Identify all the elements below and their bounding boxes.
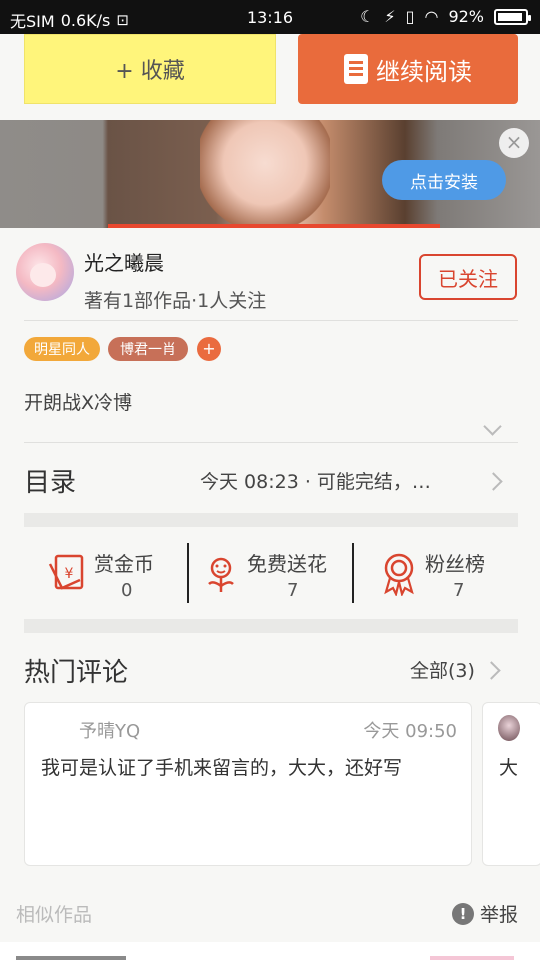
add-tag-icon[interactable]: + <box>197 337 221 361</box>
medal-icon <box>384 553 414 596</box>
vibrate-icon: ▯ <box>405 7 415 26</box>
divider <box>24 442 518 443</box>
comment-card[interactable]: 予晴YQ 今天 09:50 我可是认证了手机来留言的，大大，还好写 <box>24 702 472 866</box>
continue-reading-button[interactable]: 继续阅读 <box>298 34 518 104</box>
status-right: ☾ ⚡ ▯ ◠ 92% <box>360 7 531 26</box>
comment-text: 我可是认证了手机来留言的，大大，还好写 <box>41 757 403 779</box>
banner-underline <box>108 224 440 228</box>
section-band <box>24 513 518 527</box>
stat-label: 赏金币 <box>94 552 154 576</box>
similar-work-thumbnail[interactable] <box>430 956 514 960</box>
stat-value: 7 <box>287 580 299 601</box>
battery-icon <box>494 8 531 25</box>
comment-avatar <box>498 715 520 741</box>
red-envelope-icon: ¥ <box>48 554 84 590</box>
comment-text: 大 <box>499 757 519 779</box>
report-label: 举报 <box>480 904 519 926</box>
close-ad-icon[interactable]: × <box>499 128 529 158</box>
report-button[interactable]: ! 举报 <box>452 900 518 927</box>
banner-image <box>200 120 330 228</box>
stat-label: 粉丝榜 <box>425 552 485 576</box>
comment-time: 今天 09:50 <box>363 721 457 742</box>
favorite-label: + 收藏 <box>115 59 185 84</box>
stat-separator <box>352 543 354 603</box>
comment-user[interactable]: 予晴YQ <box>79 717 140 743</box>
work-description: 开朗战X冷博 <box>24 392 133 414</box>
status-bar: 无SIM 0.6K/s ⊡ 13:16 ☾ ⚡ ▯ ◠ 92% <box>0 0 540 34</box>
charging-icon: ⚡ <box>384 7 396 26</box>
favorite-button[interactable]: + 收藏 <box>24 34 276 104</box>
stat-label: 免费送花 <box>247 552 327 576</box>
similar-works-title: 相似作品 <box>16 904 93 926</box>
toc-update-info: 今天 08:23 · 可能完结，… <box>200 471 431 493</box>
book-icon <box>344 54 368 84</box>
chevron-right-icon <box>482 661 501 680</box>
moon-icon: ☾ <box>360 7 375 26</box>
expand-chevron-icon[interactable] <box>483 417 502 436</box>
divider <box>24 320 518 321</box>
stat-value: 0 <box>121 580 133 601</box>
author-avatar[interactable] <box>16 243 74 301</box>
stat-separator <box>187 543 189 603</box>
battery-fill <box>498 12 522 21</box>
warning-icon: ! <box>452 902 474 925</box>
ad-banner[interactable]: 点击安装 <box>0 120 540 228</box>
follow-button[interactable]: 已关注 <box>419 254 517 300</box>
tag-mingxing[interactable]: 明星同人 <box>24 337 100 361</box>
author-name[interactable]: 光之曦晨 <box>84 247 164 276</box>
wifi-icon: ◠ <box>424 7 439 26</box>
install-label: 点击安装 <box>410 172 478 193</box>
hot-comments-title: 热门评论 <box>24 658 129 688</box>
tag-label: 明星同人 <box>34 342 90 358</box>
tag-label: 博君一肖 <box>120 342 176 358</box>
svg-text:¥: ¥ <box>65 566 74 582</box>
battery-percent: 92% <box>448 7 484 26</box>
section-band <box>24 619 518 633</box>
tag-bojun[interactable]: 博君一肖 <box>108 337 188 361</box>
continue-reading-label: 继续阅读 <box>376 57 472 86</box>
toc-title: 目录 <box>24 468 77 498</box>
install-button[interactable]: 点击安装 <box>382 160 506 200</box>
follow-label: 已关注 <box>438 266 498 291</box>
author-stats: 著有1部作品·1人关注 <box>84 290 267 312</box>
similar-work-thumbnail[interactable] <box>16 956 126 960</box>
flower-icon <box>208 557 234 592</box>
all-comments-label: 全部(3) <box>410 660 475 682</box>
stat-value: 7 <box>453 580 465 601</box>
comment-card[interactable]: 大 <box>482 702 540 866</box>
chevron-right-icon <box>484 472 503 491</box>
